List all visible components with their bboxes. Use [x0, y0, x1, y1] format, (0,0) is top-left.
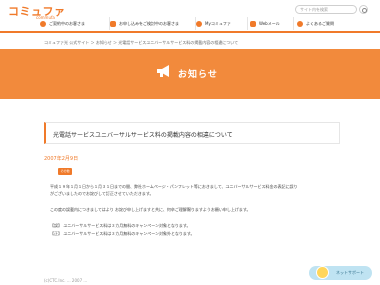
article-paragraph: この度の誤載内につきましてはより お詫び申し上げますと共に、何卒ご理解賜りますよ…: [50, 207, 251, 212]
user-icon: [40, 20, 46, 27]
support-mascot-icon: [316, 266, 329, 279]
article-title: 光電話サービスユニバーサルサービス料の掲載内容の相違について: [44, 122, 340, 144]
nav-item-label: ご契約中のお客さま: [49, 20, 85, 26]
document-icon: [110, 20, 116, 27]
nav-item-faq[interactable]: よくあるご質問: [297, 17, 357, 30]
nav-item-label: お申し込みをご検討中のお客さま: [119, 20, 179, 26]
nav-item-current-customers[interactable]: ご契約中のお客さま: [40, 17, 110, 30]
article-paragraph: 【正】 ユニバーサルサービス料は３カ月無料のキャンペーン対象外となります。: [50, 231, 195, 236]
nav-item-label: よくあるご質問: [306, 20, 334, 26]
search-icon[interactable]: [359, 5, 368, 14]
mail-icon: [250, 20, 256, 27]
nav-item-webmail[interactable]: Webメール: [250, 17, 294, 30]
question-icon: [297, 20, 303, 27]
footer-text: (c)CTC.Inc. ... 2007 ...: [44, 278, 88, 283]
nav-item-label: Myコミュファ: [205, 20, 231, 26]
nav-divider: [0, 31, 380, 33]
article-paragraph: 【誤】 ユニバーサルサービス料は３カ月無料のキャンペーン対象となります。: [50, 223, 191, 228]
article-paragraph: がございましたのでお詫びして訂正させていただきます。: [50, 191, 154, 196]
search-input[interactable]: サイト内を検索: [295, 5, 357, 14]
megaphone-icon: [157, 65, 169, 77]
article-date: 2007年2月9日: [44, 156, 79, 162]
category-badge: その他: [58, 168, 72, 175]
nav-item-label: Webメール: [259, 20, 280, 26]
nav-item-prospective-customers[interactable]: お申し込みをご検討中のお客さま: [110, 17, 196, 30]
main-nav: ご契約中のお客さま お申し込みをご検討中のお客さま Myコミュファ Webメール…: [0, 17, 380, 30]
breadcrumb[interactable]: コミュファ光 公式サイト ＞ お知らせ ＞ 光電話サービスユニバーサルサービス料…: [44, 40, 238, 46]
nav-item-my-commufa[interactable]: Myコミュファ: [196, 17, 248, 30]
page-title: お知らせ: [178, 70, 218, 80]
heart-icon: [196, 20, 202, 27]
article-paragraph: 平成１９年１月１日から１月３１日までの間、弊社ホームページ・パンフレット等におき…: [50, 184, 298, 189]
